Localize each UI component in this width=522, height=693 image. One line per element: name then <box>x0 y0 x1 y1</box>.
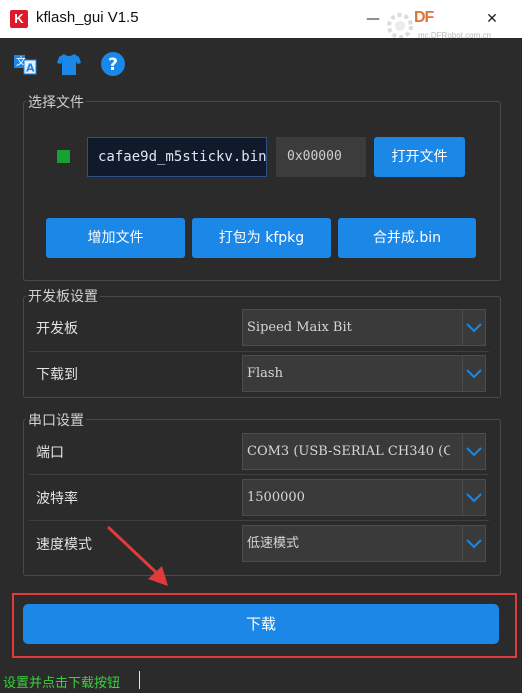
help-icon[interactable]: ? <box>100 51 126 77</box>
watermark-logo: DF <box>414 9 434 26</box>
title-bar: K kflash_gui V1.5 — DF mc.DFRobot.com.cn… <box>0 0 522 40</box>
speed-select[interactable]: 低速模式 <box>242 525 486 562</box>
board-group-legend: 开发板设置 <box>26 286 100 306</box>
speed-select-value: 低速模式 <box>247 536 300 551</box>
status-text: 设置并点击下载按钮 <box>3 676 121 691</box>
chevron-down-icon[interactable] <box>462 480 485 515</box>
translate-icon[interactable]: 文 A <box>12 51 38 77</box>
divider <box>29 520 489 521</box>
download-button[interactable]: 下载 <box>23 604 499 644</box>
target-select-value: Flash <box>247 366 283 381</box>
watermark-url: mc.DFRobot.com.cn <box>418 31 491 40</box>
target-label: 下载到 <box>36 367 78 383</box>
chevron-down-icon[interactable] <box>462 356 485 391</box>
target-select[interactable]: Flash <box>242 355 486 392</box>
chevron-down-icon[interactable] <box>462 310 485 345</box>
board-select-value: Sipeed Maix Bit <box>247 320 352 335</box>
board-label: 开发板 <box>36 321 78 337</box>
add-file-button[interactable]: 增加文件 <box>46 218 185 258</box>
annotation-arrow-icon <box>106 525 168 586</box>
file-group-legend: 选择文件 <box>26 92 86 112</box>
port-label: 端口 <box>36 445 64 461</box>
serial-group-legend: 串口设置 <box>26 410 86 430</box>
address-input[interactable]: 0x00000 <box>276 137 366 177</box>
open-file-button[interactable]: 打开文件 <box>374 137 465 177</box>
svg-text:A: A <box>26 62 35 75</box>
shirt-icon[interactable] <box>56 51 82 77</box>
divider <box>29 474 489 475</box>
chevron-down-icon[interactable] <box>462 434 485 469</box>
port-select-value: COM3 (USB-SERIAL CH340 (COM3)) <box>247 444 450 459</box>
pack-kfpkg-button[interactable]: 打包为 kfpkg <box>192 218 331 258</box>
svg-text:?: ? <box>108 55 118 75</box>
port-select[interactable]: COM3 (USB-SERIAL CH340 (COM3)) <box>242 433 486 470</box>
text-cursor <box>139 671 140 689</box>
file-status-indicator <box>57 150 70 163</box>
close-button[interactable]: ✕ <box>477 8 507 30</box>
window-title: kflash_gui V1.5 <box>36 9 139 26</box>
baud-select[interactable]: 1500000 <box>242 479 486 516</box>
merge-bin-button[interactable]: 合并成.bin <box>338 218 476 258</box>
speed-label: 速度模式 <box>36 537 92 553</box>
divider <box>29 351 489 352</box>
file-path-input[interactable]: cafae9d_m5stickv.bin <box>87 137 267 177</box>
watermark: DF mc.DFRobot.com.cn <box>380 6 491 40</box>
chevron-down-icon[interactable] <box>462 526 485 561</box>
baud-select-value: 1500000 <box>247 490 305 505</box>
app-logo-icon: K <box>10 10 28 28</box>
board-select[interactable]: Sipeed Maix Bit <box>242 309 486 346</box>
baud-label: 波特率 <box>36 491 78 507</box>
